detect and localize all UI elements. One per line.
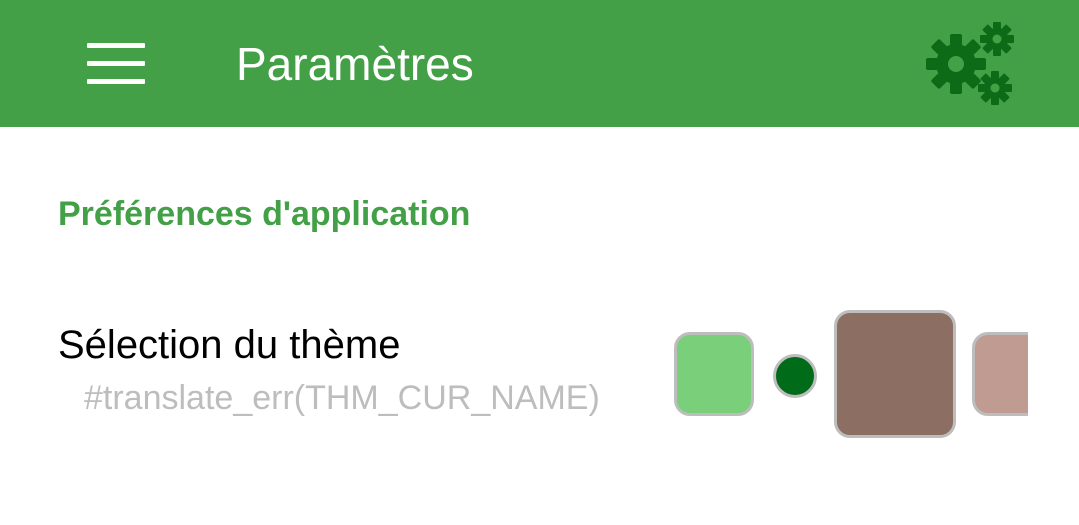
theme-selection-preference[interactable]: Sélection du thème #translate_err(THM_CU… (0, 290, 1079, 460)
settings-button[interactable] (918, 18, 1018, 110)
secondary-light-swatch (972, 332, 1028, 416)
page-title: Paramètres (236, 38, 474, 90)
section-header-app-preferences: Préférences d'application (58, 195, 471, 233)
primary-light-swatch (674, 332, 754, 416)
gears-icon (926, 22, 1014, 105)
accent-swatch (773, 354, 817, 398)
menu-button[interactable] (78, 34, 154, 94)
app-bar: Paramètres (0, 0, 1079, 127)
primary-dark-swatch (834, 310, 956, 438)
theme-swatches (0, 290, 1028, 460)
